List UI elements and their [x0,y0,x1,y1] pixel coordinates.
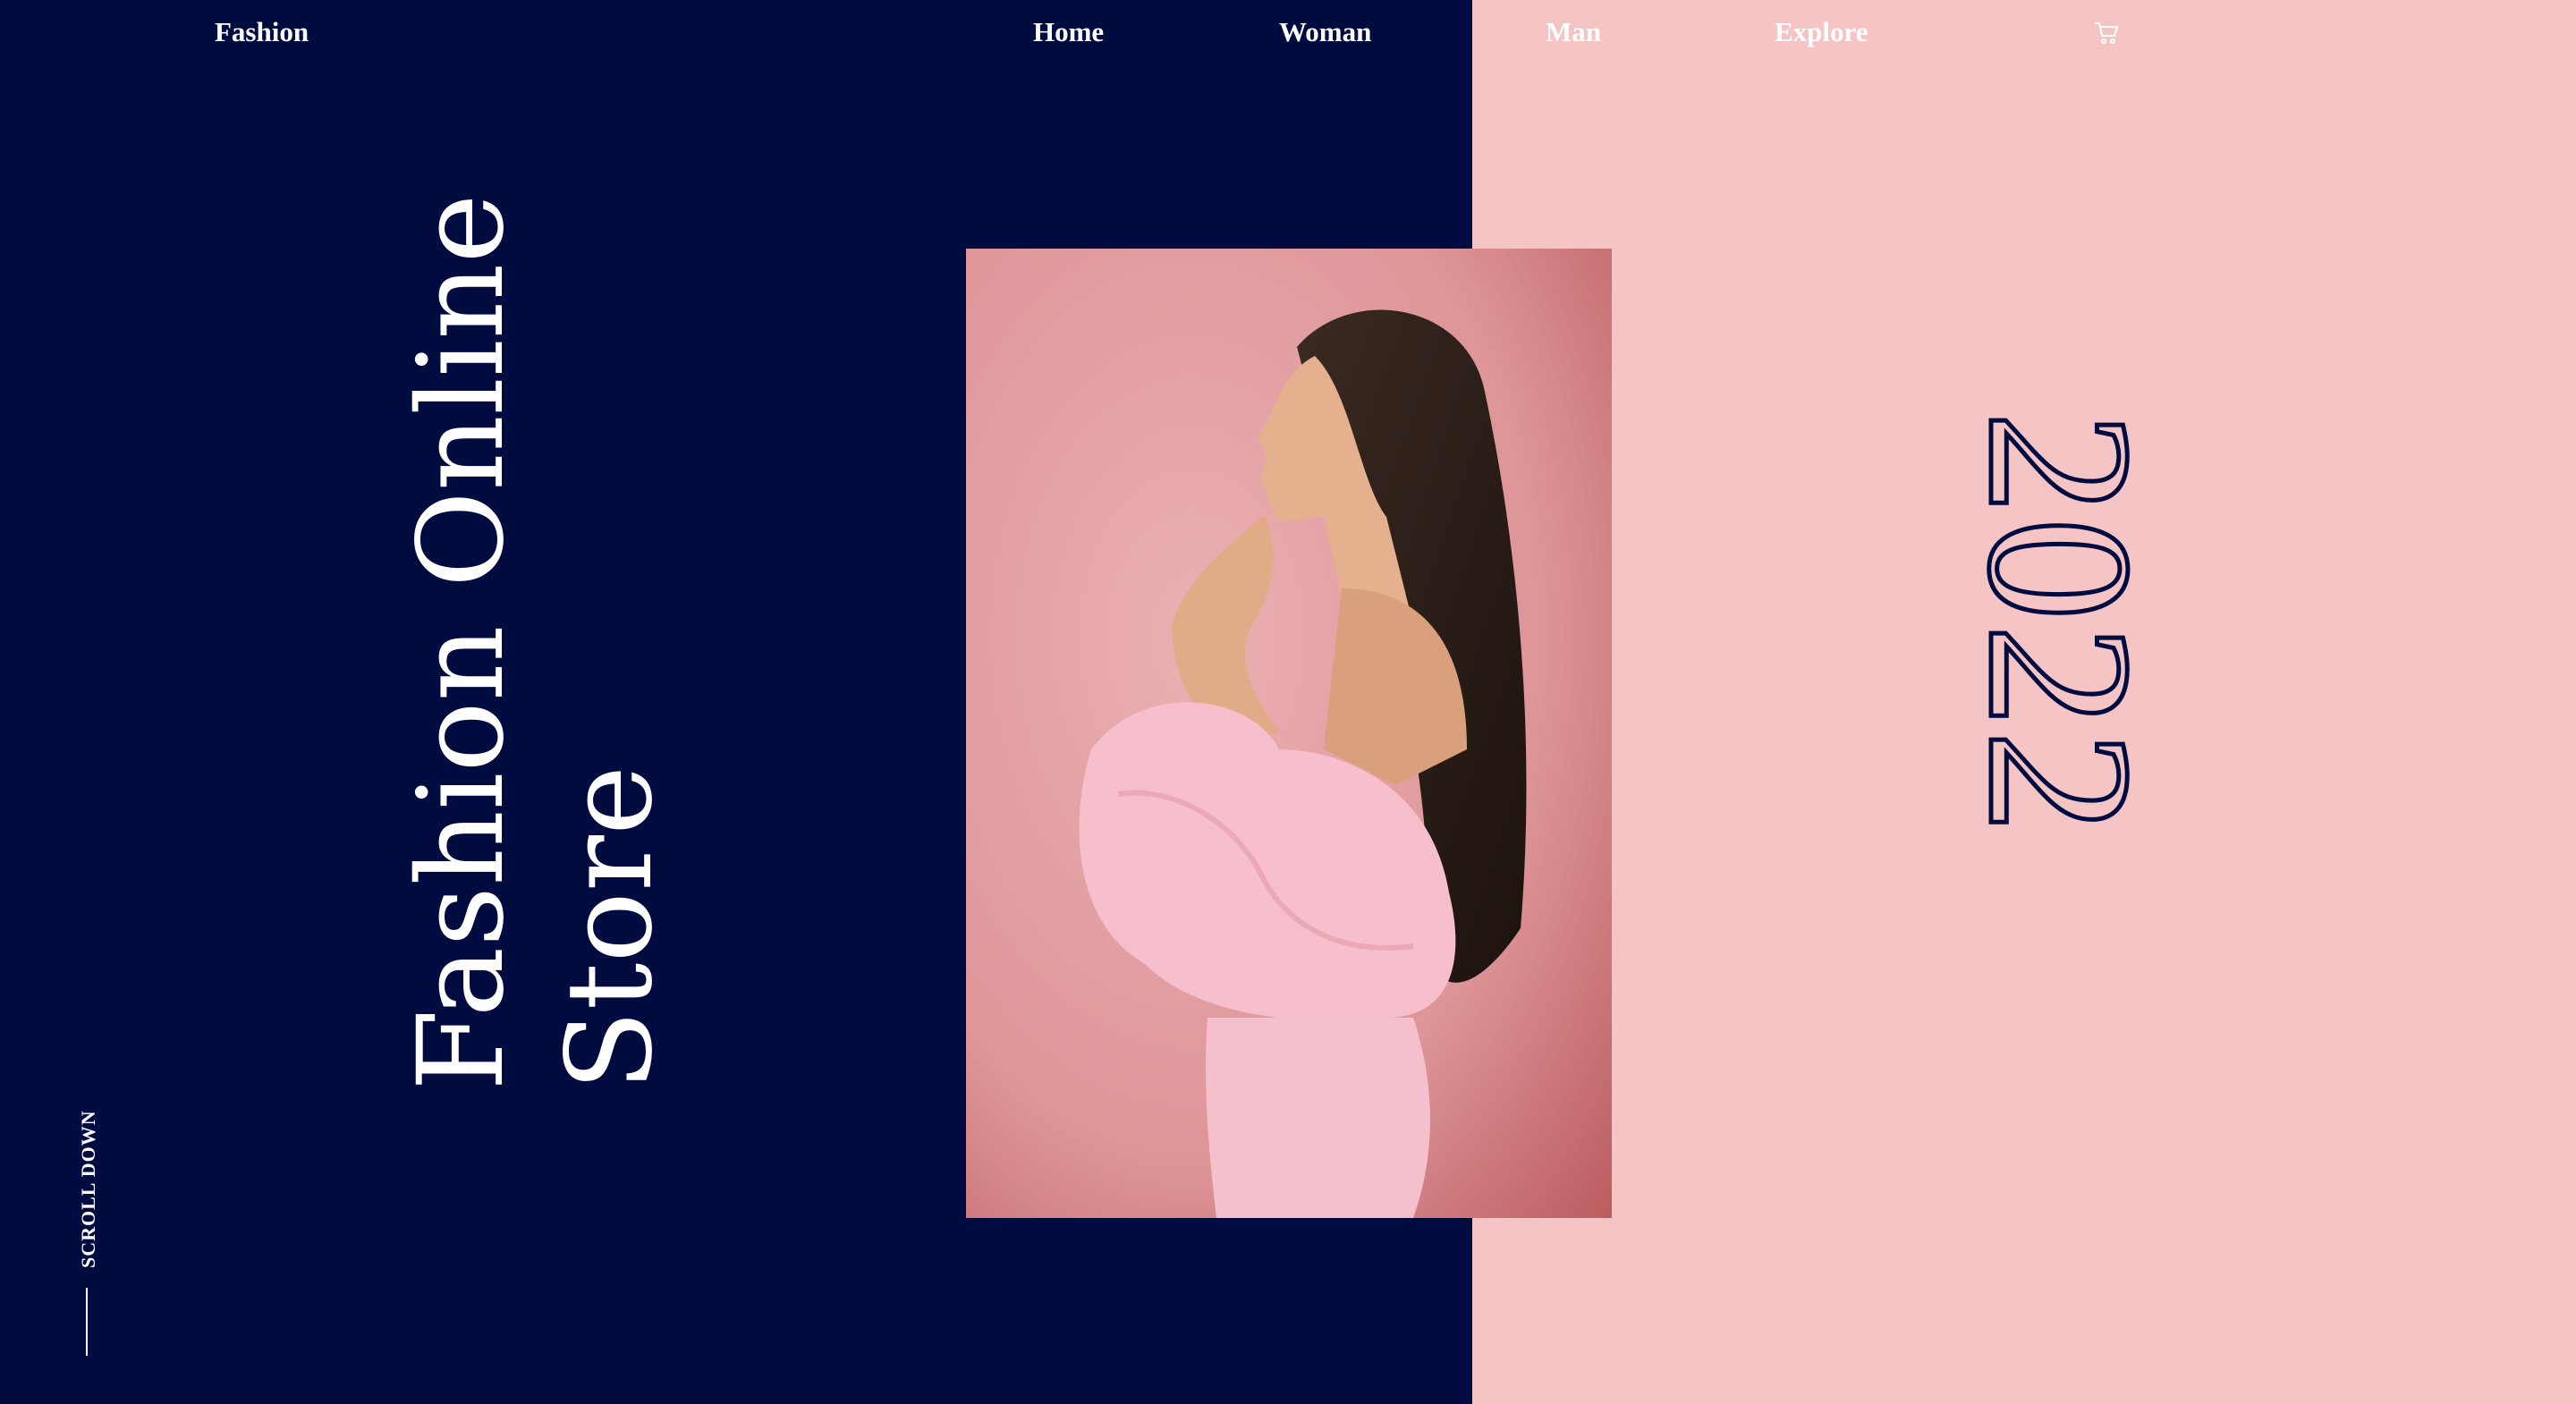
year-text: 2022 [1968,411,2174,837]
nav-link-home[interactable]: Home [1033,16,1104,48]
headline-line-1: Fashion Online [393,193,530,1091]
hero-model-photo [966,249,1612,1218]
nav-link-explore[interactable]: Explore [1775,16,1868,48]
scroll-down-line [86,1288,88,1356]
brand-logo[interactable]: Fashion [215,16,309,48]
nav-link-woman[interactable]: Woman [1279,16,1371,48]
nav-link-man[interactable]: Man [1546,16,1601,48]
year-outline-text: 2022 [1945,410,2200,1002]
cart-icon[interactable] [2093,20,2120,47]
headline-line-2: Store [541,765,679,1091]
scroll-down-label[interactable]: SCROLL DOWN [77,1110,100,1268]
hero-headline: Fashion Online Store [376,193,679,1100]
